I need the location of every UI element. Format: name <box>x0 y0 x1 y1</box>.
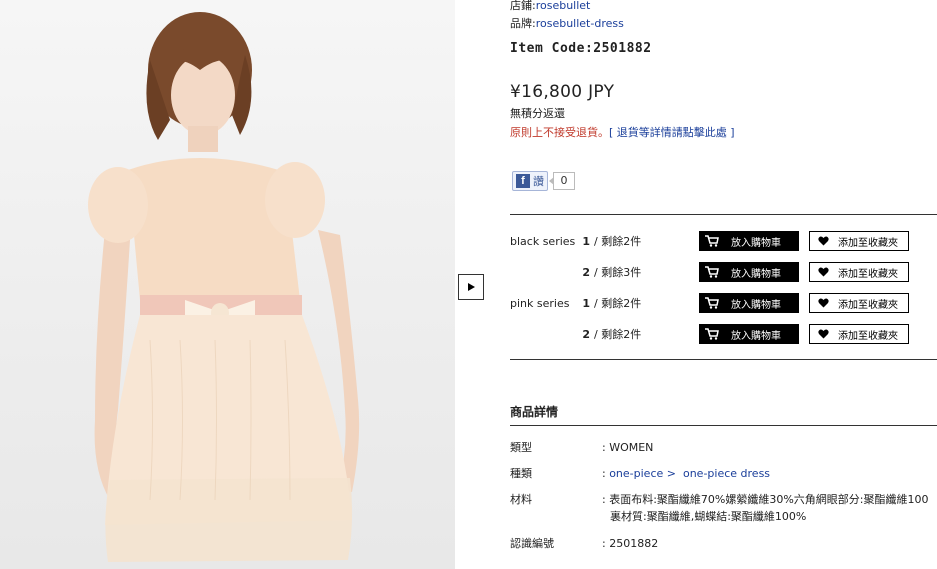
shop-link[interactable]: rosebullet <box>536 0 591 12</box>
variant-row: pink series 1 / 剩餘2件 放入購物車 添加至收藏夾 <box>510 292 937 314</box>
play-triangle-icon <box>468 283 475 291</box>
detail-value: : WOMEN <box>602 441 654 454</box>
detail-row-material: 材料 : 表面布料:聚酯纖維70%嫘縈纖維30%六角網眼部分:聚酯纖維100 裏… <box>510 491 937 525</box>
variant-stock: / 剩餘2件 <box>594 328 642 341</box>
add-to-cart-button[interactable]: 放入購物車 <box>699 231 799 251</box>
variant-row: 2 / 剩餘3件 放入購物車 添加至收藏夾 <box>510 261 937 283</box>
like-count: 0 <box>549 172 575 190</box>
add-to-favorites-label: 添加至收藏夾 <box>838 268 898 280</box>
variant-stock: / 剩餘2件 <box>594 297 642 310</box>
add-to-favorites-label: 添加至收藏夾 <box>838 299 898 311</box>
return-policy-text: 原則上不接受退貨。 <box>510 126 609 139</box>
divider <box>510 359 937 360</box>
detail-label: 類型 <box>510 441 532 454</box>
cart-icon <box>705 235 719 247</box>
product-info-panel: 店鋪:rosebullet 品牌:rosebullet-dress Item C… <box>510 0 937 140</box>
add-to-favorites-button[interactable]: 添加至收藏夾 <box>809 293 909 313</box>
variant-row: black series 1 / 剩餘2件 放入購物車 添加至收藏夾 <box>510 230 937 252</box>
detail-row-type: 類型 : WOMEN <box>510 439 937 456</box>
cart-icon <box>705 297 719 309</box>
add-to-cart-button[interactable]: 放入購物車 <box>699 262 799 282</box>
add-to-cart-label: 放入購物車 <box>731 330 781 342</box>
heart-icon <box>818 236 829 246</box>
divider <box>510 425 937 426</box>
shop-line: 店鋪:rosebullet <box>510 0 937 15</box>
divider <box>510 214 937 215</box>
dress-model-image <box>88 12 360 562</box>
add-to-favorites-button[interactable]: 添加至收藏夾 <box>809 324 909 344</box>
facebook-icon: f <box>516 174 530 188</box>
return-policy-link[interactable]: [ 退貨等詳情請點擊此處 ] <box>609 126 735 139</box>
category-link-one-piece[interactable]: one-piece > <box>609 467 676 480</box>
add-to-cart-label: 放入購物車 <box>731 237 781 249</box>
variant-row: 2 / 剩餘2件 放入購物車 添加至收藏夾 <box>510 323 937 345</box>
add-to-favorites-button[interactable]: 添加至收藏夾 <box>809 231 909 251</box>
cart-icon <box>705 266 719 278</box>
add-to-cart-label: 放入購物車 <box>731 299 781 311</box>
like-label: 讚 <box>533 175 544 188</box>
shop-label: 店鋪: <box>510 0 536 12</box>
variant-number: 2 <box>582 327 590 341</box>
facebook-like-button[interactable]: f 讚 <box>512 171 548 191</box>
add-to-cart-label: 放入購物車 <box>731 268 781 280</box>
next-image-button[interactable] <box>458 274 484 300</box>
variant-series: pink series <box>510 296 570 310</box>
variant-number: 1 <box>582 296 590 310</box>
detail-value: : 2501882 <box>602 537 659 550</box>
category-link-one-piece-dress[interactable]: one-piece dress <box>683 467 770 480</box>
material-line-2: 裏材質:聚酯纖維,蝴蝶結:聚酯纖維100% <box>610 510 807 523</box>
detail-label: 認識編號 <box>510 537 554 550</box>
detail-label: 材料 <box>510 493 532 506</box>
detail-value: : one-piece > one-piece dress <box>602 465 937 482</box>
variant-stock: / 剩餘3件 <box>594 266 642 279</box>
add-to-favorites-label: 添加至收藏夾 <box>838 237 898 249</box>
detail-row-id: 認識編號 : 2501882 <box>510 535 937 552</box>
return-policy: 原則上不接受退貨。[ 退貨等詳情請點擊此處 ] <box>510 124 937 140</box>
material-line-1: : 表面布料:聚酯纖維70%嫘縈纖維30%六角網眼部分:聚酯纖維100 <box>602 493 929 506</box>
details-title: 商品詳情 <box>510 405 559 419</box>
variant-number: 2 <box>582 265 590 279</box>
heart-icon <box>818 329 829 339</box>
add-to-cart-button[interactable]: 放入購物車 <box>699 324 799 344</box>
heart-icon <box>818 267 829 277</box>
product-photo <box>0 0 455 569</box>
cart-icon <box>705 328 719 340</box>
detail-row-category: 種類 : one-piece > one-piece dress <box>510 465 937 482</box>
add-to-cart-button[interactable]: 放入購物車 <box>699 293 799 313</box>
detail-value: : 表面布料:聚酯纖維70%嫘縈纖維30%六角網眼部分:聚酯纖維100 裏材質:… <box>602 491 937 525</box>
item-code: Item Code:2501882 <box>510 41 652 56</box>
heart-icon <box>818 298 829 308</box>
shipping-note: 無積分返還 <box>510 107 565 120</box>
add-to-favorites-button[interactable]: 添加至收藏夾 <box>809 262 909 282</box>
brand-link[interactable]: rosebullet-dress <box>536 17 624 30</box>
variant-number: 1 <box>582 234 590 248</box>
price: ¥16,800 JPY <box>510 82 615 102</box>
variant-series: black series <box>510 234 576 248</box>
brand-label: 品牌: <box>510 17 536 30</box>
detail-label: 種類 <box>510 467 532 480</box>
brand-line: 品牌:rosebullet-dress <box>510 15 937 33</box>
add-to-favorites-label: 添加至收藏夾 <box>838 330 898 342</box>
variant-stock: / 剩餘2件 <box>594 235 642 248</box>
facebook-like: f 讚 0 <box>512 171 575 191</box>
